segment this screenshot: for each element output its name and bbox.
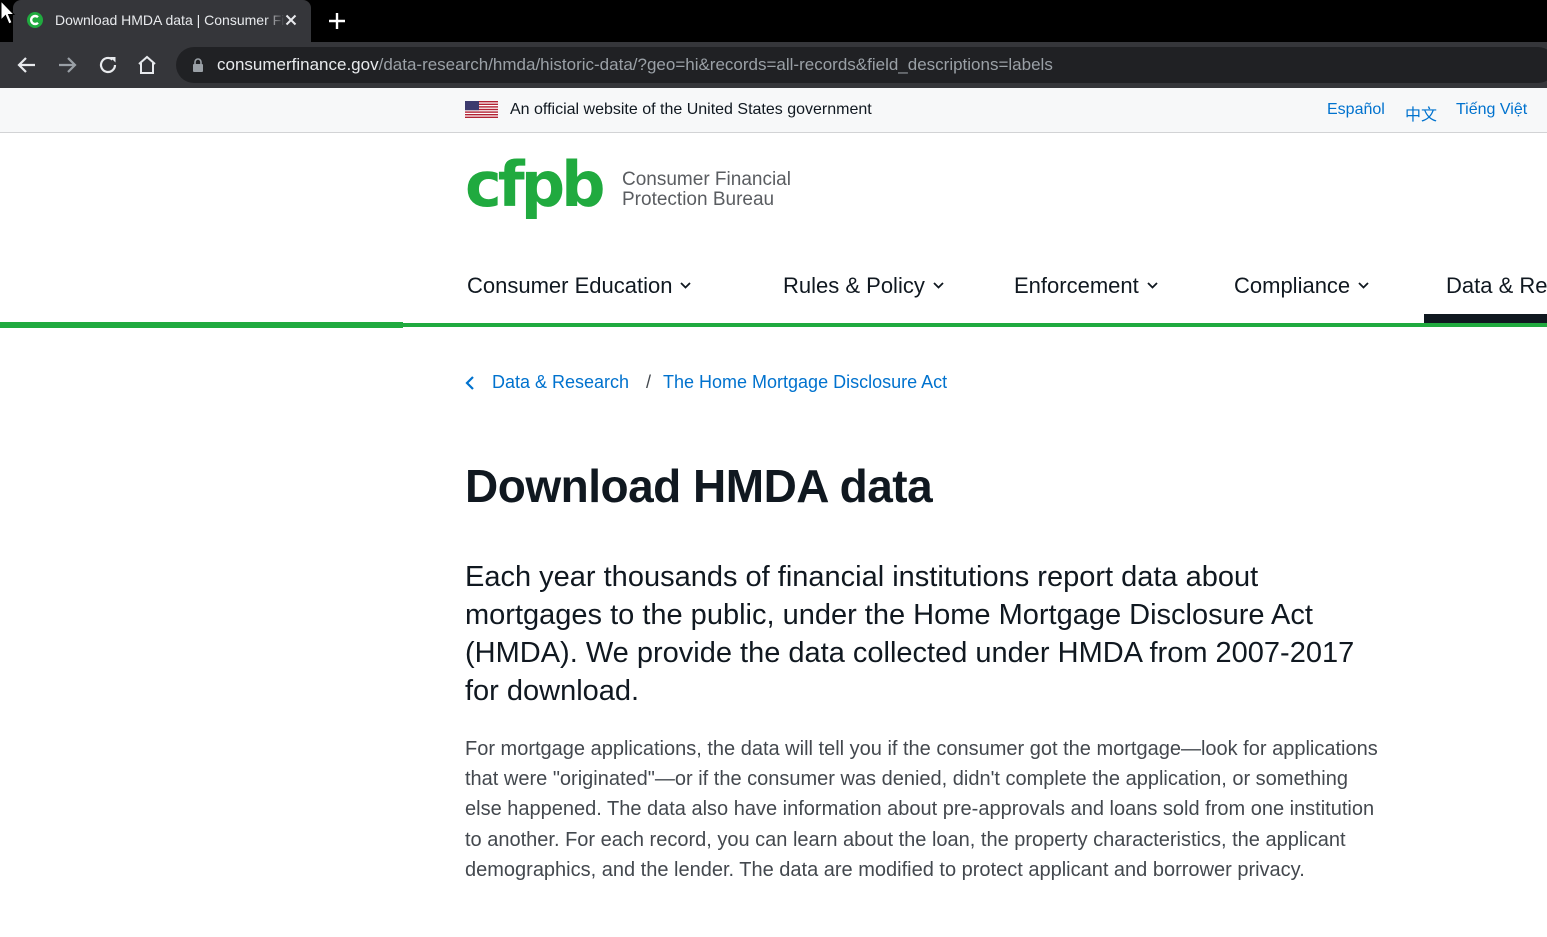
chevron-down-icon [1147,282,1158,289]
home-icon[interactable] [135,53,159,77]
logo-wordmark[interactable]: Consumer Financial Protection Bureau [622,170,791,210]
tab-title: Download HMDA data | Consumer Financial … [55,12,285,30]
logo-letters: cfpb [465,152,603,221]
browser-toolbar: consumerfinance.gov/data-research/hmda/h… [0,42,1547,88]
breadcrumb-link-hmda[interactable]: The Home Mortgage Disclosure Act [663,372,947,393]
nav-item-label: Enforcement [1014,273,1139,298]
language-link-chinese[interactable]: 中文 [1405,101,1437,125]
nav-item-label: Data & Res [1446,273,1547,298]
back-arrow-icon[interactable] [15,53,39,77]
breadcrumb-link-data-research[interactable]: Data & Research [492,372,629,393]
chevron-down-icon [933,282,944,289]
us-flag-icon [465,101,498,118]
forward-arrow-icon[interactable] [55,53,79,77]
cfpb-logo[interactable]: cfpb [465,152,610,224]
nav-item-label: Rules & Policy [783,273,925,298]
chevron-down-icon [1358,282,1369,289]
body-paragraph: For mortgage applications, the data will… [465,738,1378,881]
url-text: consumerfinance.gov/data-research/hmda/h… [217,55,1053,75]
lead-paragraph: Each year thousands of financial institu… [465,561,1355,707]
nav-item-enforcement[interactable]: Enforcement [1014,273,1158,299]
browser-tab[interactable]: Download HMDA data | Consumer Financial … [13,0,311,42]
address-bar[interactable]: consumerfinance.gov/data-research/hmda/h… [176,47,1547,83]
nav-item-label: Compliance [1234,273,1351,298]
nav-item-consumer-education[interactable]: Consumer Education [467,273,692,299]
breadcrumb-separator: / [646,372,652,392]
page-title: Download HMDA data [465,460,933,512]
cfpb-favicon-icon [27,12,43,28]
nav-item-label: Consumer Education [467,273,673,298]
gov-banner-text: An official website of the United States… [510,101,872,118]
language-link-espanol[interactable]: Español [1327,101,1385,119]
nav-active-indicator [1424,314,1547,323]
nav-item-data-research[interactable]: Data & Res [1446,273,1547,299]
language-link-vietnamese[interactable]: Tiếng Việt [1456,101,1527,119]
nav-divider-accent [0,322,403,328]
new-tab-icon[interactable] [326,10,348,32]
mouse-cursor-icon [0,0,16,25]
nav-item-rules-policy[interactable]: Rules & Policy [783,273,944,299]
browser-tab-strip: Download HMDA data | Consumer Financial … [0,0,1547,42]
chevron-down-icon [680,282,692,289]
close-tab-icon[interactable] [282,11,300,29]
url-path: /data-research/hmda/historic-data/?geo=h… [378,55,1053,74]
logo-line-1: Consumer Financial [622,169,791,190]
lock-icon [193,58,203,72]
chevron-left-icon [465,376,474,390]
reload-icon[interactable] [96,53,120,77]
logo-line-2: Protection Bureau [622,189,775,210]
nav-item-compliance[interactable]: Compliance [1234,273,1369,299]
gov-banner: An official website of the United States… [0,88,1547,133]
url-host: consumerfinance.gov [217,55,379,74]
